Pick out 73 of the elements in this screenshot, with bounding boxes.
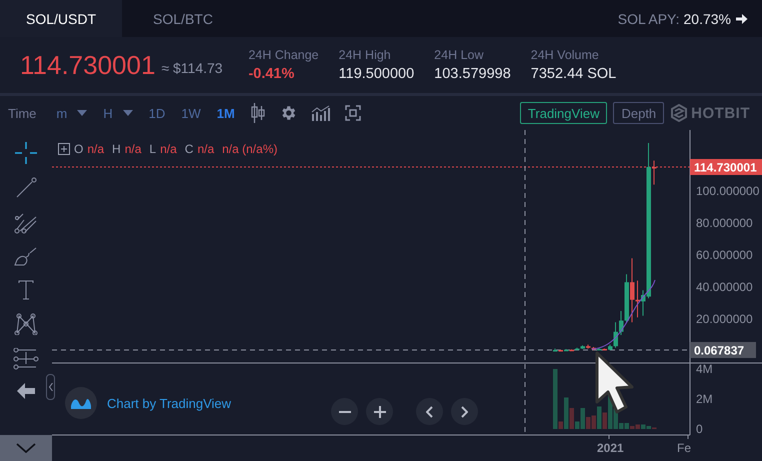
ohlc-value: n/a	[197, 142, 214, 156]
ohlc-key: H	[112, 142, 121, 156]
arrow-right-icon[interactable]	[735, 12, 748, 24]
time-label: Time	[8, 106, 36, 120]
back-arrow-icon[interactable]	[17, 383, 35, 399]
ohlc-key: L	[149, 142, 156, 156]
volume-axis-label: 2M	[696, 392, 713, 406]
ohlc-value: n/a	[87, 142, 104, 156]
interval-button[interactable]: 1D	[148, 106, 166, 120]
scroll-left-button[interactable]	[416, 398, 443, 425]
interval-button[interactable]: 1W	[181, 106, 201, 120]
candlestick-icon[interactable]	[250, 102, 265, 124]
price-axis-label: 20.000000	[696, 312, 753, 326]
volume-axis-label: 4M	[696, 362, 713, 376]
chevron-left-icon	[426, 406, 433, 418]
minus-icon	[338, 410, 350, 412]
stat-value: 103.579998	[434, 66, 511, 82]
price-axis-label: 80.000000	[696, 216, 753, 230]
interval-button[interactable]: H	[103, 106, 133, 120]
brush-icon[interactable]	[14, 247, 38, 267]
chevron-right-icon	[461, 406, 468, 418]
collapse-handle[interactable]	[46, 374, 55, 400]
stat-label: 24H Volume	[530, 48, 600, 62]
usd-price: ≈ $114.73	[161, 60, 224, 76]
stat-value: 7352.44 SOL	[530, 66, 616, 82]
ohlc-value: n/a	[124, 142, 142, 156]
ohlc-key: O	[74, 142, 84, 156]
brand-name: HOTBIT	[691, 104, 750, 122]
price-axis-label: 40.000000	[696, 280, 753, 294]
logo-icon	[670, 104, 688, 122]
pair-tab[interactable]: SOL/USDT	[0, 0, 122, 37]
pattern-icon[interactable]	[14, 313, 38, 335]
chevron-down-icon	[16, 443, 36, 453]
collapse-toolbar-button[interactable]	[0, 435, 52, 461]
stat-label: 24H High	[338, 48, 392, 62]
apy-value: 20.73%	[684, 10, 731, 26]
last-price: 114.730001	[20, 50, 156, 80]
stat-value: -0.41%	[248, 66, 296, 82]
attribution-link[interactable]: Chart by TradingView	[107, 396, 232, 410]
expand-icon[interactable]	[58, 143, 70, 155]
view-toggle[interactable]: TradingView	[520, 102, 608, 124]
time-axis-label: Fe	[677, 441, 692, 455]
interval-button[interactable]: 1M	[216, 106, 235, 120]
volume-axis-label: 0	[696, 422, 703, 436]
pitchfork-icon[interactable]	[14, 212, 38, 234]
low-price-tag: 0.067837	[690, 342, 756, 358]
pair-tab[interactable]: SOL/BTC	[122, 0, 244, 37]
cursor-icon	[596, 352, 634, 414]
stat-value: 119.500000	[338, 66, 414, 82]
apy-label: SOL APY:	[618, 10, 680, 26]
zoom-in-button[interactable]	[366, 398, 393, 425]
ohlc-value: n/a	[160, 142, 177, 156]
measure-icon[interactable]	[13, 348, 39, 370]
stat-label: 24H Change	[248, 48, 319, 62]
stat-label: 24H Low	[434, 48, 485, 62]
last-price-tag: 114.730001	[690, 159, 762, 175]
indicator-chart-icon[interactable]	[310, 105, 331, 121]
text-tool-icon[interactable]	[18, 280, 34, 300]
crosshair-icon[interactable]	[15, 142, 37, 164]
price-axis-label: 60.000000	[696, 248, 753, 262]
moving-average-line	[592, 280, 656, 350]
tradingview-logo-icon[interactable]	[65, 387, 97, 419]
screenshot-icon[interactable]	[344, 105, 361, 121]
view-toggle[interactable]: Depth	[613, 102, 664, 124]
scroll-right-button[interactable]	[451, 398, 478, 425]
interval-button[interactable]: m	[56, 106, 88, 120]
zoom-out-button[interactable]	[331, 398, 358, 425]
plus-icon	[374, 406, 386, 418]
trend-line-icon[interactable]	[15, 177, 37, 199]
time-axis-label: 2021	[597, 441, 624, 455]
ohlc-key: C	[184, 142, 194, 156]
change-value: n/a (n/a%)	[222, 142, 278, 156]
price-axis-label: 100.000000	[696, 184, 760, 198]
